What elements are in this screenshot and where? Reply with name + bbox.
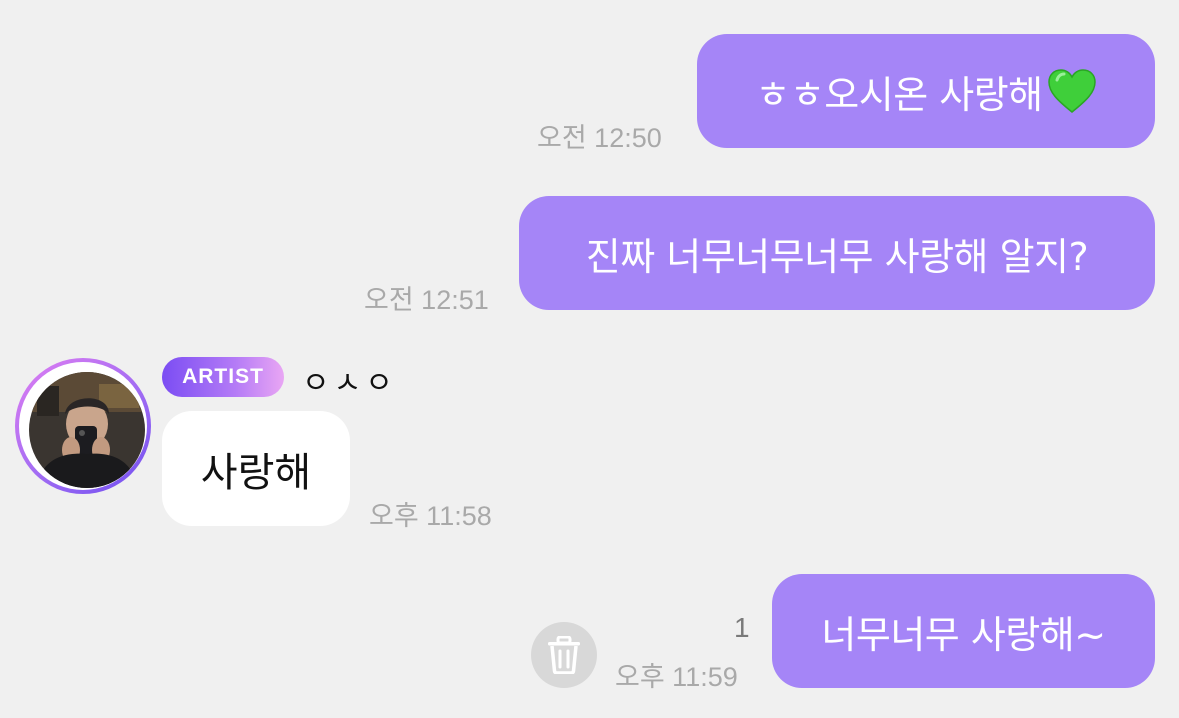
green-heart-icon <box>1047 69 1096 113</box>
sender-name: ㅇㅅㅇ <box>302 366 397 401</box>
artist-avatar[interactable] <box>15 358 151 494</box>
message-timestamp: 오전 12:50 <box>537 123 662 153</box>
avatar-image <box>29 372 145 488</box>
delete-message-button[interactable] <box>531 622 597 688</box>
trash-icon <box>548 636 580 674</box>
unread-count: 1 <box>734 612 750 643</box>
outgoing-message-bubble[interactable]: 너무너무 사랑해~ <box>772 574 1155 688</box>
message-text: 사랑해 <box>200 449 312 496</box>
incoming-message-bubble[interactable]: 사랑해 <box>162 411 350 526</box>
outgoing-message-bubble[interactable]: 진짜 너무너무너무 사랑해 알지? <box>519 196 1155 310</box>
avatar-photo <box>29 372 145 488</box>
message-timestamp: 오후 11:58 <box>369 501 492 531</box>
message-text: 진짜 너무너무너무 사랑해 알지? <box>585 234 1089 279</box>
message-timestamp: 오후 11:59 <box>615 662 738 692</box>
message-text: 너무너무 사랑해~ <box>821 612 1106 657</box>
artist-badge: ARTIST <box>162 357 284 397</box>
message-timestamp: 오전 12:51 <box>364 285 489 315</box>
outgoing-message-bubble[interactable]: ㅎㅎ오시온 사랑해 <box>697 34 1155 148</box>
message-text: ㅎㅎ오시온 사랑해 <box>755 72 1043 117</box>
